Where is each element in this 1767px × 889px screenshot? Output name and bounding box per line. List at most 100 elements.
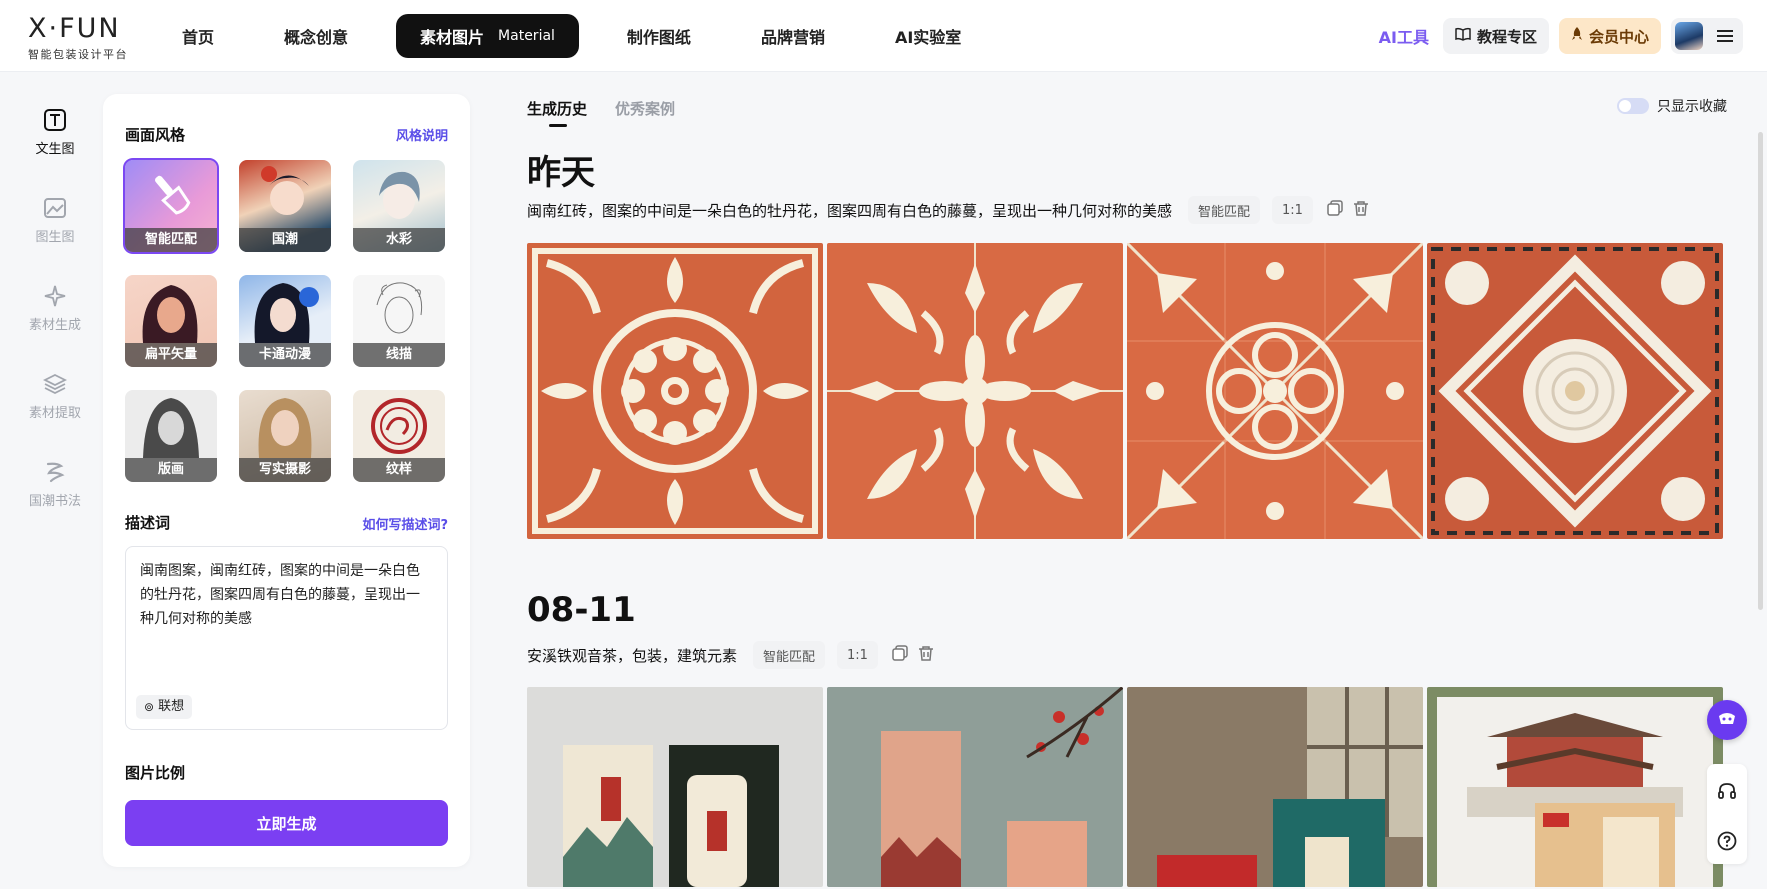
- prompt-help-link[interactable]: 如何写描述词?: [362, 514, 448, 533]
- nav-home[interactable]: 首页: [160, 14, 236, 58]
- rocket-icon: [1571, 27, 1583, 45]
- nav-material[interactable]: 素材图片 Material: [396, 14, 579, 58]
- image-grid: [527, 687, 1727, 887]
- main-nav: 首页 概念创意 素材图片 Material 制作图纸 品牌营销 AI实验室: [160, 14, 1009, 58]
- style-label: 纹样: [353, 458, 445, 482]
- nav-marketing[interactable]: 品牌营销: [739, 14, 847, 58]
- result-image[interactable]: [1427, 687, 1723, 887]
- prompt-textarea[interactable]: 闽南图案，闽南红砖，图案的中间是一朵白色的牡丹花，图案四周有白色的藤蔓，呈现出一…: [125, 546, 448, 730]
- nav-drawings-label: 制作图纸: [626, 28, 691, 47]
- prompt-section-title: 描述词: [125, 514, 171, 532]
- result-image[interactable]: [527, 687, 823, 887]
- tutorial-button[interactable]: 教程专区: [1442, 18, 1549, 54]
- vip-label: 会员中心: [1588, 27, 1649, 46]
- style-label: 线描: [353, 343, 445, 367]
- headset-icon[interactable]: [1707, 764, 1747, 814]
- nav-home-label: 首页: [182, 28, 215, 47]
- nav-concept[interactable]: 概念创意: [262, 14, 370, 58]
- tab-showcase-label: 优秀案例: [615, 100, 676, 118]
- favorites-label: 只显示收藏: [1657, 99, 1727, 115]
- style-section-title: 画面风格: [125, 126, 186, 144]
- style-card-flat[interactable]: 扁平矢量: [125, 275, 217, 367]
- scrollbar[interactable]: [1758, 132, 1763, 610]
- prompt-text: 闽南图案，闽南红砖，图案的中间是一朵白色的牡丹花，图案四周有白色的藤蔓，呈现出一…: [140, 563, 420, 627]
- hamburger-menu-icon[interactable]: [1717, 30, 1733, 42]
- sparkle-icon: [44, 285, 66, 307]
- group-prompt: 安溪铁观音茶，包装，建筑元素: [527, 646, 738, 665]
- user-menu[interactable]: [1671, 18, 1743, 54]
- style-card-print[interactable]: 版画: [125, 390, 217, 482]
- copy-icon[interactable]: [892, 645, 908, 665]
- style-card-linedraw[interactable]: 线描: [353, 275, 445, 367]
- style-tag: 智能匹配: [1188, 196, 1261, 224]
- help-icon[interactable]: [1707, 814, 1747, 864]
- result-image[interactable]: [1127, 243, 1423, 539]
- image-grid: [527, 243, 1727, 539]
- result-image[interactable]: [1427, 243, 1723, 539]
- favorites-toggle[interactable]: [1617, 98, 1649, 114]
- group-date: 昨天: [527, 153, 595, 193]
- style-card-watercolor[interactable]: 水彩: [353, 160, 445, 252]
- calligraphy-icon: [46, 462, 65, 483]
- nav-ai-lab[interactable]: AI实验室: [873, 14, 983, 58]
- generate-button[interactable]: 立即生成: [125, 800, 448, 846]
- rail-material-gen[interactable]: 素材生成: [0, 284, 110, 333]
- copy-icon[interactable]: [1327, 200, 1343, 220]
- flat-illustration: [142, 285, 198, 343]
- rail-calligraphy[interactable]: 国潮书法: [0, 460, 110, 509]
- result-image[interactable]: [1127, 687, 1423, 887]
- logo[interactable]: X·FUN 智能包装设计平台: [28, 14, 128, 62]
- rail-label: 国潮书法: [28, 494, 81, 509]
- style-label: 写实摄影: [239, 458, 331, 482]
- bot-icon: [1719, 713, 1735, 724]
- logo-tagline: 智能包装设计平台: [28, 48, 128, 61]
- tab-showcase[interactable]: 优秀案例: [615, 98, 675, 119]
- ai-tools-link[interactable]: AI工具: [1379, 24, 1429, 48]
- rail-image-to-image[interactable]: 图生图: [0, 196, 110, 245]
- brush-icon: [155, 175, 191, 215]
- style-label: 水彩: [353, 228, 445, 252]
- header-actions: AI工具 教程专区 会员中心: [1379, 18, 1743, 54]
- trash-icon[interactable]: [1353, 200, 1369, 220]
- result-image[interactable]: [527, 243, 823, 539]
- rail-material-extract[interactable]: 素材提取: [0, 372, 110, 421]
- vip-center-button[interactable]: 会员中心: [1558, 18, 1661, 54]
- rail-text-to-image[interactable]: 文生图: [0, 108, 110, 157]
- image-to-image-icon: [44, 198, 66, 218]
- nav-ai-lab-label: AI实验室: [894, 28, 962, 47]
- generation-panel: 画面风格 风格说明 智能匹配 国潮 水彩 扁平矢量 卡通动漫 线描 版画 写实摄…: [103, 94, 470, 867]
- nav-concept-label: 概念创意: [284, 28, 349, 47]
- associate-button[interactable]: ⊚ 联想: [136, 695, 193, 719]
- favorites-filter: 只显示收藏: [1617, 96, 1727, 116]
- style-label: 智能匹配: [125, 228, 217, 252]
- style-card-guochao[interactable]: 国潮: [239, 160, 331, 252]
- style-help-link[interactable]: 风格说明: [396, 125, 448, 144]
- avatar[interactable]: [1675, 22, 1703, 50]
- assistant-bot-button[interactable]: [1707, 700, 1747, 740]
- ratio-tag: 1:1: [837, 641, 878, 669]
- style-label: 国潮: [239, 228, 331, 252]
- nav-drawings[interactable]: 制作图纸: [605, 14, 713, 58]
- style-card-photo[interactable]: 写实摄影: [239, 390, 331, 482]
- tab-history[interactable]: 生成历史: [527, 98, 587, 127]
- result-image[interactable]: [827, 243, 1123, 539]
- cartoon-illustration: [254, 283, 319, 343]
- nav-material-label: 素材图片: [420, 28, 485, 47]
- style-card-smart[interactable]: 智能匹配: [123, 158, 219, 254]
- book-icon: [1455, 27, 1471, 45]
- generate-label: 立即生成: [256, 814, 317, 833]
- trash-icon[interactable]: [918, 645, 934, 665]
- style-card-cartoon[interactable]: 卡通动漫: [239, 275, 331, 367]
- tutorial-label: 教程专区: [1476, 27, 1537, 46]
- group-prompt-row: 闽南红砖，图案的中间是一朵白色的牡丹花，图案四周有白色的藤蔓，呈现出一种几何对称…: [527, 196, 1369, 224]
- text-to-image-icon: [44, 109, 66, 131]
- top-header: X·FUN 智能包装设计平台 首页 概念创意 素材图片 Material 制作图纸…: [0, 0, 1767, 72]
- style-tag: 智能匹配: [753, 641, 826, 669]
- style-label: 扁平矢量: [125, 343, 217, 367]
- style-card-pattern[interactable]: 纹样: [353, 390, 445, 482]
- nav-marketing-label: 品牌营销: [760, 28, 825, 47]
- nav-material-sublabel: Material: [498, 28, 555, 44]
- linedraw-illustration: [376, 282, 423, 334]
- tool-rail: 文生图 图生图 素材生成 素材提取 国潮书法: [0, 72, 100, 889]
- result-image[interactable]: [827, 687, 1123, 887]
